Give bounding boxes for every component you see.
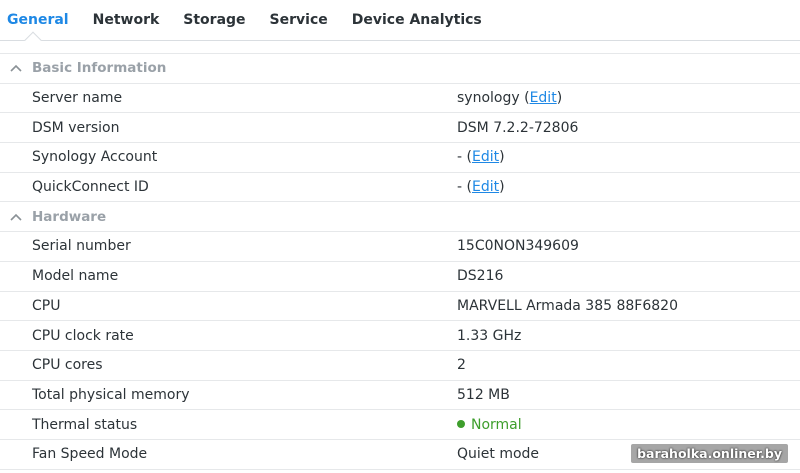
- row-value: 2: [457, 357, 466, 374]
- row-label: Synology Account: [32, 149, 158, 166]
- row-label: CPU cores: [32, 357, 103, 374]
- row-cpu: CPU MARVELL Armada 385 88F6820: [0, 292, 800, 322]
- paren-close: ): [499, 179, 505, 196]
- edit-quickconnect-link[interactable]: Edit: [472, 179, 499, 195]
- row-label: Server name: [32, 90, 123, 107]
- row-value: MARVELL Armada 385 88F6820: [457, 297, 678, 314]
- row-label: Thermal status: [32, 416, 138, 433]
- section-title: Basic Information: [32, 60, 167, 77]
- row-value: 15C0NON349609: [457, 238, 579, 255]
- watermark: baraholka.onliner.by: [631, 444, 788, 463]
- tab-general[interactable]: General: [7, 0, 69, 41]
- row-label: Total physical memory: [32, 386, 190, 403]
- tab-device-analytics[interactable]: Device Analytics: [352, 0, 482, 41]
- row-thermal-status: Thermal status Normal: [0, 410, 800, 440]
- status-ok-icon: [457, 419, 465, 428]
- row-serial-number: Serial number 15C0NON349609: [0, 232, 800, 262]
- tab-bar: General Network Storage Service Device A…: [0, 0, 800, 41]
- section-basic-information[interactable]: Basic Information: [0, 54, 800, 84]
- row-value: 512 MB: [457, 386, 510, 403]
- tab-service[interactable]: Service: [270, 0, 328, 41]
- row-quickconnect-id: QuickConnect ID - (Edit): [0, 173, 800, 203]
- paren-close: ): [556, 90, 563, 107]
- row-label: Model name: [32, 268, 119, 285]
- edit-account-link[interactable]: Edit: [472, 149, 499, 165]
- row-label: Fan Speed Mode: [32, 446, 148, 463]
- row-value: DS216: [457, 268, 504, 285]
- thermal-status-value: Normal: [471, 416, 522, 433]
- info-table: Basic Information Server name synology (…: [0, 53, 800, 470]
- paren-close: ): [499, 149, 505, 166]
- row-label: DSM version: [32, 119, 120, 136]
- row-value: - (Edit): [457, 149, 800, 165]
- tab-storage[interactable]: Storage: [183, 0, 245, 41]
- section-hardware[interactable]: Hardware: [0, 202, 800, 233]
- row-value: - (Edit): [457, 179, 800, 195]
- chevron-up-icon[interactable]: [0, 64, 32, 72]
- row-value: Normal: [457, 417, 800, 433]
- paren-open: (: [462, 149, 472, 166]
- row-label: QuickConnect ID: [32, 179, 149, 196]
- row-label: CPU: [32, 297, 61, 314]
- paren-open: (: [519, 90, 530, 107]
- row-cpu-cores: CPU cores 2: [0, 351, 800, 381]
- row-server-name: Server name synology (Edit): [0, 84, 800, 114]
- row-value: 1.33 GHz: [457, 327, 522, 344]
- row-label: CPU clock rate: [32, 327, 134, 344]
- row-synology-account: Synology Account - (Edit): [0, 143, 800, 173]
- row-dsm-version: DSM version DSM 7.2.2-72806: [0, 113, 800, 144]
- row-label: Serial number: [32, 238, 131, 255]
- row-model-name: Model name DS216: [0, 262, 800, 292]
- section-title: Hardware: [32, 208, 107, 225]
- paren-open: (: [462, 179, 472, 196]
- tab-network[interactable]: Network: [93, 0, 160, 41]
- row-cpu-clock-rate: CPU clock rate 1.33 GHz: [0, 321, 800, 351]
- row-total-physical-memory: Total physical memory 512 MB: [0, 381, 800, 411]
- server-name-value: synology: [457, 90, 520, 107]
- edit-server-name-link[interactable]: Edit: [530, 90, 557, 106]
- row-value: synology (Edit): [457, 90, 800, 106]
- chevron-up-icon[interactable]: [0, 213, 32, 221]
- row-value: DSM 7.2.2-72806: [457, 119, 579, 136]
